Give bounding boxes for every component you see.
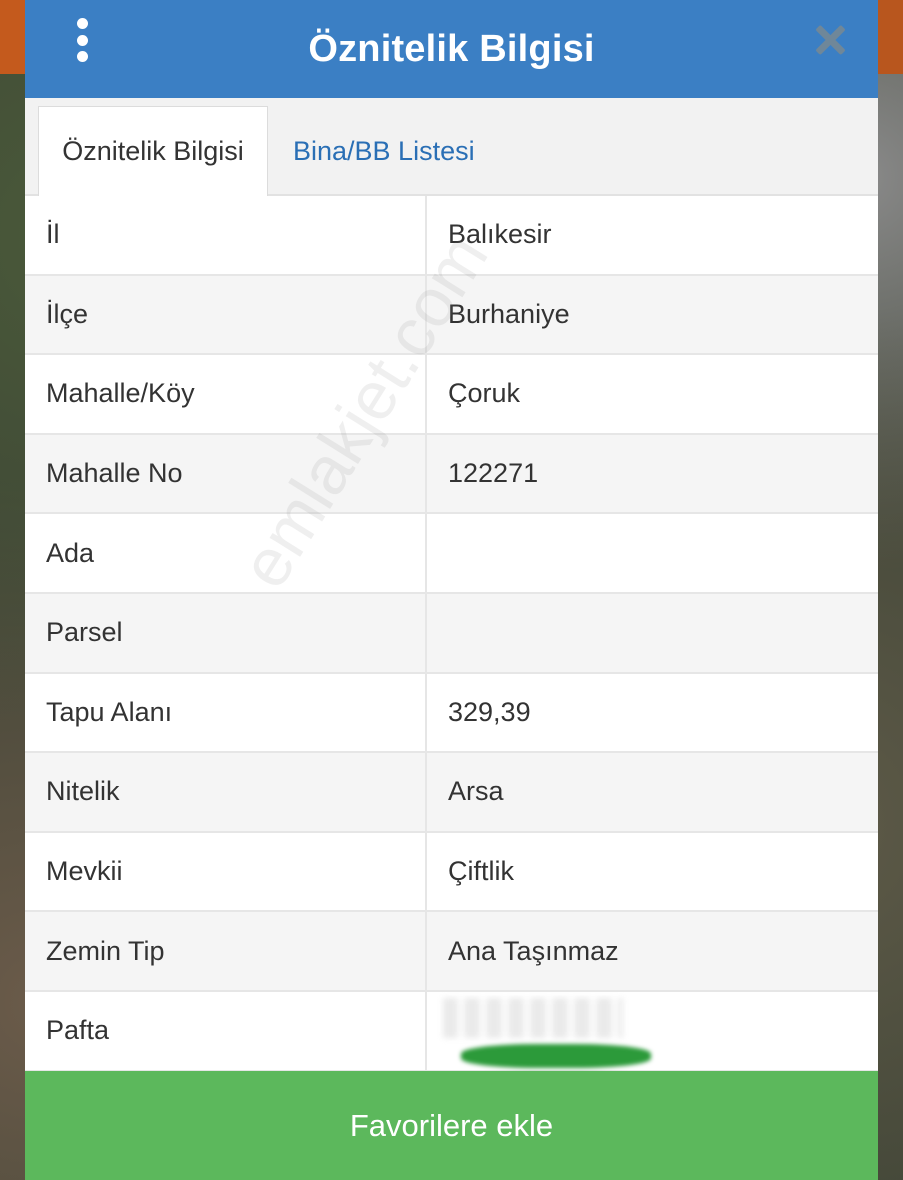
table-row: Parsel bbox=[25, 593, 878, 674]
add-to-favorites-button[interactable]: Favorilere ekle bbox=[25, 1071, 878, 1180]
tab-bar: Öznitelik Bilgisi Bina/BB Listesi bbox=[25, 98, 878, 196]
table-row: Zemin Tip Ana Taşınmaz bbox=[25, 912, 878, 992]
attribute-table: İl Balıkesir İlçe Burhaniye Mahalle/Köy … bbox=[25, 196, 878, 1072]
row-value: Çoruk bbox=[448, 378, 521, 409]
table-row: İl Balıkesir bbox=[25, 196, 878, 276]
table-row: Tapu Alanı 329,39 bbox=[25, 673, 878, 754]
row-value bbox=[427, 594, 878, 672]
row-value: Balıkesir bbox=[448, 219, 552, 250]
row-key: Tapu Alanı bbox=[25, 673, 427, 752]
table-row: Nitelik Arsa bbox=[25, 753, 878, 833]
row-key: Mahalle/Köy bbox=[25, 355, 427, 433]
row-value: 122271 bbox=[448, 458, 539, 489]
row-key: Nitelik bbox=[25, 753, 427, 831]
table-row: Mahalle No 122271 bbox=[25, 434, 878, 515]
more-vertical-icon[interactable] bbox=[69, 18, 95, 62]
map-overlay-right bbox=[877, 0, 903, 74]
row-key: Pafta bbox=[25, 991, 427, 1070]
table-row: Mevkii Çiftlik bbox=[25, 832, 878, 913]
row-key: Mahalle No bbox=[25, 434, 427, 513]
row-value bbox=[427, 514, 878, 592]
row-value: Burhaniye bbox=[448, 298, 570, 329]
table-row: Ada bbox=[25, 514, 878, 594]
row-key: İlçe bbox=[25, 275, 427, 354]
row-key: İl bbox=[25, 196, 427, 274]
row-key: Ada bbox=[25, 514, 427, 592]
tab-attribute-info[interactable]: Öznitelik Bilgisi bbox=[38, 106, 268, 196]
row-value: 329,39 bbox=[448, 696, 531, 727]
row-value: Ana Taşınmaz bbox=[448, 935, 619, 966]
row-value: Arsa bbox=[448, 776, 504, 807]
close-icon[interactable] bbox=[812, 22, 848, 58]
table-row: İlçe Burhaniye bbox=[25, 275, 878, 356]
dialog-title: Öznitelik Bilgisi bbox=[308, 27, 595, 70]
map-overlay-left bbox=[0, 0, 26, 74]
row-key: Zemin Tip bbox=[25, 912, 427, 990]
dialog-header: Öznitelik Bilgisi bbox=[25, 0, 878, 98]
tab-building-list[interactable]: Bina/BB Listesi bbox=[293, 106, 475, 196]
row-key: Parsel bbox=[25, 593, 427, 672]
row-key: Mevkii bbox=[25, 832, 427, 911]
redacted-pafta-value bbox=[443, 992, 651, 1072]
table-row: Mahalle/Köy Çoruk bbox=[25, 355, 878, 435]
row-value: Çiftlik bbox=[448, 856, 514, 887]
attribute-info-dialog: Öznitelik Bilgisi Öznitelik Bilgisi Bina… bbox=[25, 0, 878, 1180]
